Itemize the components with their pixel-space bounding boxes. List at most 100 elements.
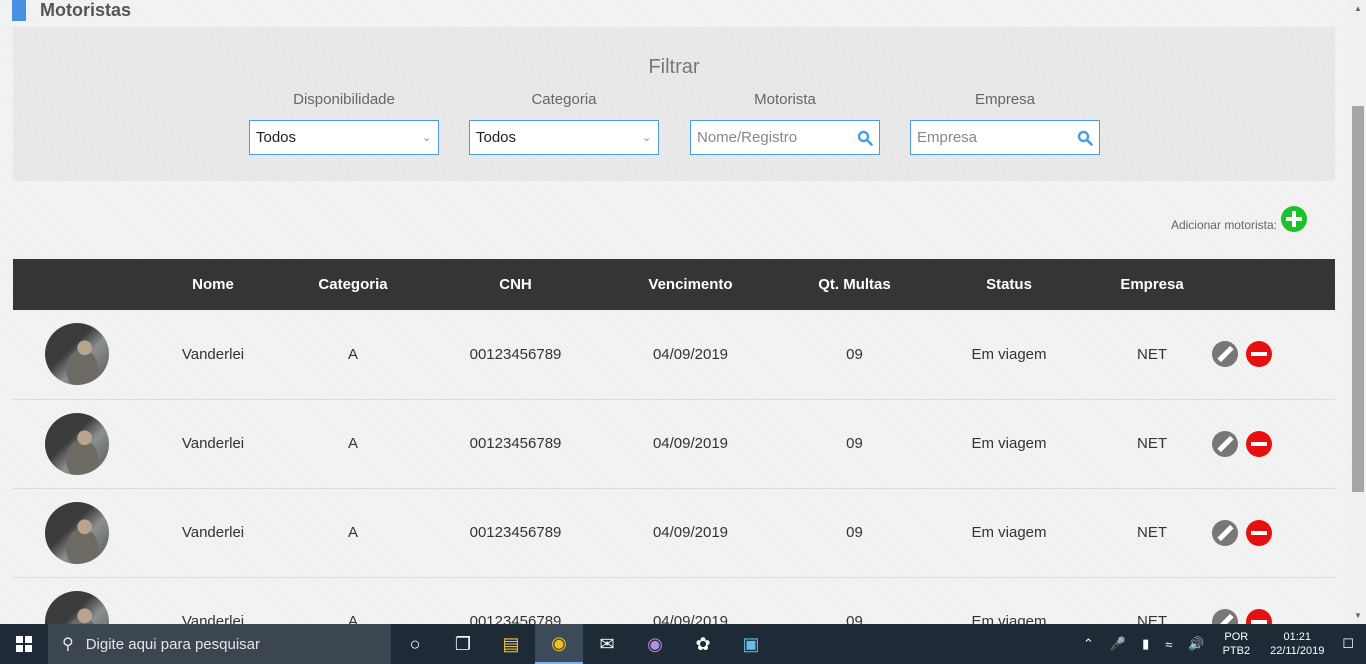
language-code: POR (1224, 631, 1249, 643)
edit-icon[interactable] (1212, 341, 1238, 368)
app-icon[interactable]: ◉ (631, 624, 679, 664)
header-category: Categoria (318, 276, 388, 293)
header-cnh: CNH (499, 276, 532, 293)
cell-company: NET (1137, 435, 1167, 452)
row-actions (1202, 519, 1335, 546)
driver-filter: Motorista Nome/Registro (690, 91, 880, 155)
cell-category: A (347, 435, 358, 452)
row-actions (1202, 341, 1335, 368)
cortana-icon[interactable]: ○ (391, 624, 439, 664)
table-row: Vanderlei A 00123456789 04/09/2019 09 Em… (13, 399, 1335, 488)
cell-expiry: 04/09/2019 (652, 524, 729, 541)
search-icon: ⚲ (62, 636, 74, 653)
page-scrollbar[interactable]: ▲ ▼ (1350, 0, 1366, 624)
header-actions (1202, 259, 1335, 310)
paint-icon[interactable]: ✿ (679, 624, 727, 664)
header-photo (13, 259, 163, 310)
row-actions (1202, 608, 1335, 624)
search-icon[interactable] (857, 130, 873, 146)
cell-cnh: 00123456789 (469, 613, 562, 624)
table-row: Vanderlei A 00123456789 04/09/2019 09 Em… (13, 488, 1335, 577)
file-explorer-icon[interactable]: ▤ (487, 624, 535, 664)
category-filter: Categoria Todos ⌄ (469, 91, 659, 155)
row-actions (1202, 430, 1335, 457)
cell-status: Em viagem (971, 524, 1047, 541)
cell-fines: 09 (846, 435, 863, 452)
header-company: Empresa (1120, 276, 1184, 293)
cell-category: A (347, 524, 358, 541)
company-filter: Empresa Empresa (910, 91, 1100, 155)
windows-logo-icon (16, 636, 32, 652)
task-view-icon[interactable]: ❐ (439, 624, 487, 664)
scroll-down-icon[interactable]: ▼ (1354, 611, 1362, 620)
delete-icon[interactable] (1246, 341, 1272, 368)
search-icon[interactable] (1077, 130, 1093, 146)
microphone-icon[interactable]: 🎤 (1110, 636, 1126, 652)
avatar (45, 412, 109, 475)
cell-name: Vanderlei (181, 435, 245, 452)
chevron-down-icon: ⌄ (422, 131, 432, 144)
cell-company: NET (1137, 524, 1167, 541)
clock[interactable]: 01:21 22/11/2019 (1270, 630, 1324, 658)
wifi-icon[interactable]: ≈ (1165, 637, 1172, 652)
edit-icon[interactable] (1212, 608, 1238, 624)
start-button[interactable] (0, 624, 48, 664)
avatar (45, 590, 109, 624)
taskbar-search[interactable]: ⚲ Digite aqui para pesquisar (48, 624, 391, 664)
mail-icon[interactable]: ✉ (583, 624, 631, 664)
chrome-icon[interactable]: ◉ (535, 624, 583, 664)
chevron-up-icon[interactable]: ⌃ (1083, 636, 1094, 652)
cell-cnh: 00123456789 (469, 435, 562, 452)
delete-icon[interactable] (1246, 430, 1272, 457)
driver-search-input[interactable]: Nome/Registro (690, 120, 880, 155)
availability-select[interactable]: Todos ⌄ (249, 120, 439, 155)
add-driver-button[interactable] (1281, 206, 1307, 232)
cell-expiry: 04/09/2019 (652, 613, 729, 624)
windows-taskbar: ⚲ Digite aqui para pesquisar ○ ❐ ▤ ◉ ✉ ◉… (0, 624, 1366, 664)
recorder-icon[interactable]: ▣ (727, 624, 775, 664)
cell-company: NET (1137, 345, 1167, 363)
scrollbar-thumb[interactable] (1352, 106, 1364, 492)
filter-title: Filtrar (648, 56, 700, 78)
language-indicator[interactable]: POR PTB2 (1223, 630, 1251, 658)
clock-date: 22/11/2019 (1270, 645, 1325, 657)
cell-category: A (347, 613, 358, 624)
cell-status: Em viagem (971, 435, 1047, 452)
edit-icon[interactable] (1212, 519, 1238, 546)
cell-fines: 09 (846, 524, 863, 541)
cell-name: Vanderlei (181, 345, 245, 363)
battery-icon[interactable]: ▮ (1142, 636, 1149, 652)
notification-icon[interactable]: ☐ (1342, 636, 1354, 652)
cell-status: Em viagem (971, 345, 1047, 363)
page-title: Motoristas (40, 0, 132, 20)
cell-expiry: 04/09/2019 (652, 435, 729, 452)
taskbar-search-placeholder: Digite aqui para pesquisar (85, 635, 260, 653)
category-label: Categoria (531, 91, 597, 108)
driver-search-placeholder: Nome/Registro (697, 129, 798, 146)
cell-category: A (347, 345, 358, 363)
header-status: Status (986, 276, 1032, 293)
availability-filter: Disponibilidade Todos ⌄ (249, 91, 439, 155)
scroll-up-icon[interactable]: ▲ (1354, 4, 1362, 13)
keyboard-layout: PTB2 (1222, 645, 1251, 657)
clock-time: 01:21 (1283, 631, 1311, 643)
company-search-input[interactable]: Empresa (910, 120, 1100, 155)
category-select[interactable]: Todos ⌄ (469, 120, 659, 155)
delete-icon[interactable] (1246, 608, 1272, 624)
cell-cnh: 00123456789 (469, 524, 562, 541)
page-header: Motoristas (12, 0, 131, 22)
table-row: Vanderlei A 00123456789 04/09/2019 09 Em… (13, 310, 1335, 399)
title-accent (12, 0, 26, 21)
delete-icon[interactable] (1246, 519, 1272, 546)
header-fines: Qt. Multas (818, 276, 891, 293)
availability-label: Disponibilidade (293, 91, 395, 108)
volume-icon[interactable]: 🔊 (1188, 636, 1204, 652)
cell-fines: 09 (846, 345, 863, 363)
drivers-table: Nome Categoria CNH Vencimento Qt. Multas… (13, 259, 1335, 624)
edit-icon[interactable] (1212, 430, 1238, 457)
avatar (45, 501, 109, 564)
cell-company: NET (1137, 613, 1167, 624)
category-value: Todos (476, 129, 517, 146)
availability-value: Todos (256, 129, 297, 146)
add-driver: Adicionar motorista: (1171, 206, 1307, 232)
